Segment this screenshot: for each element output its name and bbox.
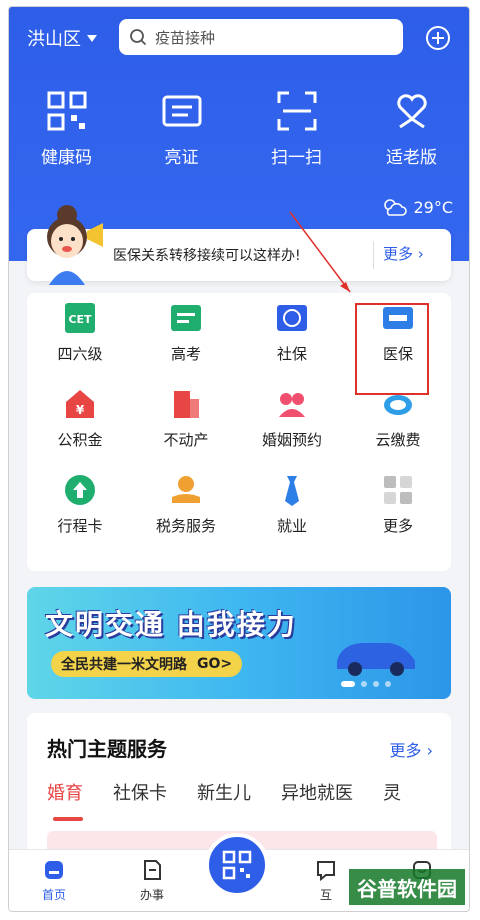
scan-icon [277, 91, 316, 131]
service-cloud-pay[interactable]: 云缴费 [345, 387, 451, 453]
quick-scan[interactable]: 扫一扫 [239, 89, 354, 168]
partly-cloudy-icon [384, 199, 408, 216]
service-label: 行程卡 [57, 517, 103, 535]
service-social-security[interactable]: 社保 [239, 301, 345, 367]
gaokao-icon [171, 305, 201, 331]
service-grid-card: CET 四六级 高考 社保 医保 ¥ 公积金 不动产 婚姻预约 云缴费 行程卡 … [27, 293, 451, 571]
notice-divider [373, 241, 374, 269]
qr-code-icon [222, 850, 252, 880]
tab-affairs[interactable]: 办事 [117, 858, 187, 903]
pager-dot [361, 681, 367, 687]
hot-topics-more-link[interactable]: 更多 › [390, 737, 434, 761]
tab-home[interactable]: 首页 [19, 858, 89, 903]
mascot-illustration [47, 205, 103, 285]
tab-newborn[interactable]: 新生儿 [197, 779, 251, 805]
quick-label: 适老版 [386, 148, 437, 168]
id-card-icon [162, 95, 201, 127]
tab-social-card[interactable]: 社保卡 [113, 779, 167, 805]
topic-tabs: 婚育 社保卡 新生儿 异地就医 灵 [47, 779, 401, 805]
quick-label: 亮证 [164, 148, 199, 168]
service-more[interactable]: 更多 [345, 473, 451, 539]
service-label: 四六级 [57, 345, 103, 363]
app-frame: 洪山区 疫苗接种 健康码 亮证 扫一扫 适老版 29°C 医保关系转移接续可以这… [8, 6, 470, 912]
svg-text:¥: ¥ [76, 403, 85, 417]
quick-label: 扫一扫 [271, 148, 322, 168]
banner-slogan-pill: 全民共建一米文明路 GO> [51, 651, 243, 677]
heart-person-icon [396, 94, 427, 129]
banner-slogan: 全民共建一米文明路 [61, 657, 187, 673]
banner-title: 文明交通 由我接力 [45, 608, 297, 641]
service-cet[interactable]: CET 四六级 [27, 301, 133, 367]
caret-down-icon [87, 34, 97, 42]
tab-remote-medical[interactable]: 异地就医 [281, 779, 353, 805]
service-label: 公积金 [57, 431, 103, 449]
service-label: 高考 [170, 345, 201, 363]
car-illustration [337, 643, 415, 676]
pager-dot [341, 681, 355, 687]
pager-dot [385, 681, 391, 687]
service-trip-card[interactable]: 行程卡 [27, 473, 133, 539]
marriage-icon [279, 393, 305, 417]
quick-label: 健康码 [41, 148, 92, 168]
hot-topics-title: 热门主题服务 [47, 737, 167, 761]
svg-text:CET: CET [68, 313, 92, 326]
watermark: 谷普软件园 [349, 869, 465, 905]
service-label: 税务服务 [155, 517, 216, 535]
service-marriage[interactable]: 婚姻预约 [239, 387, 345, 453]
search-bar[interactable]: 疫苗接种 [119, 19, 403, 55]
quick-health-code[interactable]: 健康码 [9, 89, 124, 168]
top-bar: 洪山区 疫苗接种 [9, 19, 469, 59]
active-tab-indicator [53, 817, 83, 821]
home-icon [45, 861, 63, 879]
tax-service-icon [172, 476, 200, 503]
more-grid-icon [384, 476, 412, 504]
quick-show-cert[interactable]: 亮证 [124, 89, 239, 168]
tab-affairs-label: 办事 [139, 888, 164, 902]
service-tax[interactable]: 税务服务 [133, 473, 239, 539]
housing-fund-icon: ¥ [66, 390, 94, 418]
promo-banner[interactable]: 文明交通 由我接力 全民共建一米文明路 GO> [27, 587, 451, 699]
notice-more-link[interactable]: 更多 › [383, 243, 424, 264]
service-label: 社保 [276, 345, 307, 363]
service-real-estate[interactable]: 不动产 [133, 387, 239, 453]
quick-elder-mode[interactable]: 适老版 [354, 89, 469, 168]
social-security-icon [277, 305, 307, 331]
highlight-box [355, 303, 429, 395]
service-label: 更多 [382, 517, 413, 535]
service-employment[interactable]: 就业 [239, 473, 345, 539]
service-label: 云缴费 [375, 431, 421, 449]
tab-truncated[interactable]: 灵 [383, 779, 401, 805]
chat-icon [317, 861, 335, 882]
tab-interact-label: 互 [319, 888, 332, 902]
add-circle-icon[interactable] [425, 25, 451, 51]
document-icon [144, 860, 161, 880]
trip-card-icon [65, 475, 95, 505]
tie-employment-icon [285, 476, 299, 506]
cet-icon: CET [65, 303, 95, 333]
service-gaokao[interactable]: 高考 [133, 301, 239, 367]
pager-dot [373, 681, 379, 687]
search-placeholder: 疫苗接种 [155, 28, 216, 47]
tab-home-label: 首页 [41, 888, 66, 902]
banner-go: GO> [197, 656, 233, 672]
weather: 29°C [381, 197, 453, 217]
service-label: 就业 [276, 517, 307, 535]
scan-fab-button[interactable] [205, 833, 269, 897]
service-label: 婚姻预约 [261, 431, 322, 449]
service-housing-fund[interactable]: ¥ 公积金 [27, 387, 133, 453]
city-selector[interactable]: 洪山区 [27, 25, 97, 51]
banner-pager [341, 681, 391, 687]
qr-grid-icon [47, 91, 86, 131]
tab-marriage-birth[interactable]: 婚育 [47, 779, 83, 805]
search-icon [130, 29, 146, 45]
quick-actions: 健康码 亮证 扫一扫 适老版 [9, 89, 469, 168]
notice-text: 医保关系转移接续可以这样办! [113, 248, 301, 264]
real-estate-icon [174, 391, 199, 418]
city-label: 洪山区 [27, 29, 81, 50]
weather-temp: 29°C [413, 197, 453, 217]
service-label: 不动产 [163, 431, 209, 449]
